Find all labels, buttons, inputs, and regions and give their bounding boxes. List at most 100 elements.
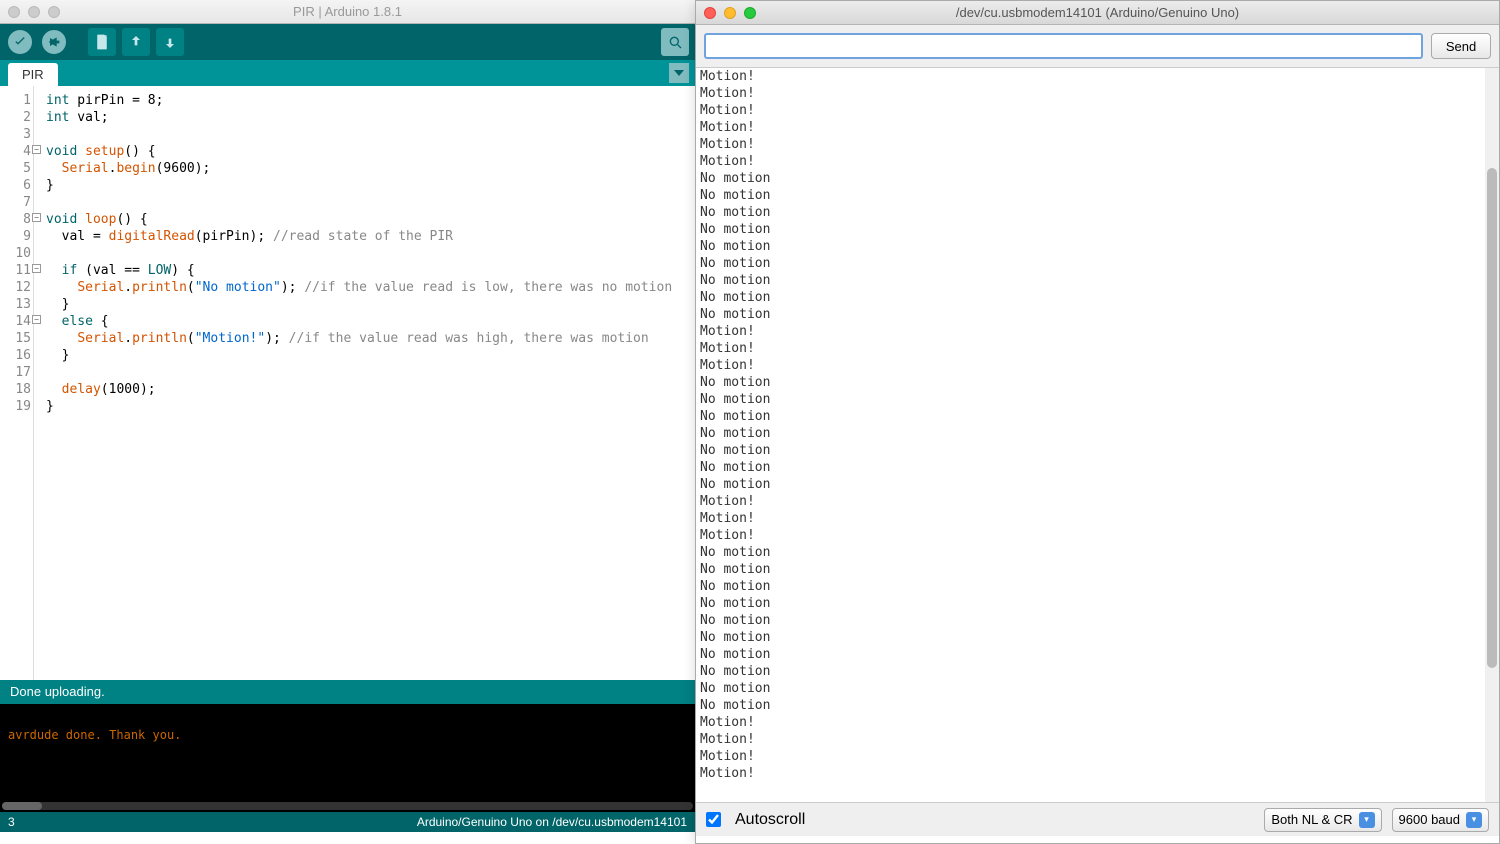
code-line: } — [46, 177, 672, 194]
serial-line: No motion — [700, 476, 1495, 493]
code-line — [46, 245, 672, 262]
baud-select[interactable]: 9600 baud ▾ — [1392, 808, 1489, 832]
serial-line: Motion! — [700, 323, 1495, 340]
serial-line: No motion — [700, 629, 1495, 646]
serial-line: No motion — [700, 306, 1495, 323]
line-ending-select[interactable]: Both NL & CR ▾ — [1264, 808, 1381, 832]
console-text: avrdude done. Thank you. — [8, 728, 181, 742]
serial-line: No motion — [700, 459, 1495, 476]
serial-line: No motion — [700, 187, 1495, 204]
save-button[interactable] — [156, 28, 184, 56]
board-port-label: Arduino/Genuino Uno on /dev/cu.usbmodem1… — [417, 815, 687, 829]
serial-line: Motion! — [700, 765, 1495, 782]
serial-line: No motion — [700, 697, 1495, 714]
console-output[interactable]: avrdude done. Thank you. — [0, 704, 695, 812]
serial-line: Motion! — [700, 136, 1495, 153]
code-line: void loop() { — [46, 211, 672, 228]
code-line: Serial.println("No motion"); //if the va… — [46, 279, 672, 296]
chevron-down-icon: ▾ — [1359, 812, 1375, 828]
line-indicator: 3 — [8, 815, 15, 829]
serial-titlebar[interactable]: /dev/cu.usbmodem14101 (Arduino/Genuino U… — [696, 1, 1499, 25]
serial-title: /dev/cu.usbmodem14101 (Arduino/Genuino U… — [956, 5, 1239, 20]
serial-scrollbar[interactable] — [1485, 68, 1499, 802]
code-line: } — [46, 398, 672, 415]
serial-line: Motion! — [700, 714, 1495, 731]
ide-toolbar — [0, 24, 695, 60]
serial-line: No motion — [700, 391, 1495, 408]
serial-line: Motion! — [700, 119, 1495, 136]
serial-line: No motion — [700, 442, 1495, 459]
arduino-ide-window: PIR | Arduino 1.8.1 PIR 1234−5678−91011−… — [0, 0, 695, 844]
fold-icon[interactable]: − — [32, 315, 41, 324]
code-line: Serial.begin(9600); — [46, 160, 672, 177]
serial-line: No motion — [700, 289, 1495, 306]
serial-line: Motion! — [700, 68, 1495, 85]
serial-line: Motion! — [700, 527, 1495, 544]
ide-bottom-bar: 3 Arduino/Genuino Uno on /dev/cu.usbmode… — [0, 812, 695, 832]
code-editor[interactable]: 1234−5678−91011−121314−1516171819 int pi… — [0, 86, 695, 680]
serial-line: Motion! — [700, 85, 1495, 102]
serial-line: No motion — [700, 408, 1495, 425]
verify-button[interactable] — [6, 28, 34, 56]
serial-line: No motion — [700, 663, 1495, 680]
serial-line: Motion! — [700, 357, 1495, 374]
serial-line: Motion! — [700, 493, 1495, 510]
code-line: if (val == LOW) { — [46, 262, 672, 279]
fold-icon[interactable]: − — [32, 264, 41, 273]
serial-line: Motion! — [700, 102, 1495, 119]
serial-line: No motion — [700, 425, 1495, 442]
serial-line: No motion — [700, 646, 1495, 663]
minimize-icon[interactable] — [724, 7, 736, 19]
code-line: else { — [46, 313, 672, 330]
serial-line: No motion — [700, 374, 1495, 391]
tab-menu-button[interactable] — [669, 63, 689, 83]
code-line: int pirPin = 8; — [46, 92, 672, 109]
serial-line: No motion — [700, 170, 1495, 187]
serial-line: Motion! — [700, 748, 1495, 765]
code-line: delay(1000); — [46, 381, 672, 398]
zoom-icon[interactable] — [744, 7, 756, 19]
autoscroll-label: Autoscroll — [735, 811, 805, 829]
serial-line: No motion — [700, 544, 1495, 561]
serial-line: No motion — [700, 561, 1495, 578]
ide-title: PIR | Arduino 1.8.1 — [293, 4, 402, 19]
serial-line: No motion — [700, 204, 1495, 221]
serial-monitor-button[interactable] — [661, 28, 689, 56]
serial-line: No motion — [700, 680, 1495, 697]
code-line: } — [46, 347, 672, 364]
send-button[interactable]: Send — [1431, 33, 1491, 59]
code-line — [46, 126, 672, 143]
minimize-icon[interactable] — [28, 6, 40, 18]
console-scrollbar[interactable] — [2, 802, 693, 810]
ide-titlebar[interactable]: PIR | Arduino 1.8.1 — [0, 0, 695, 24]
serial-line: Motion! — [700, 731, 1495, 748]
serial-monitor-window: /dev/cu.usbmodem14101 (Arduino/Genuino U… — [695, 0, 1500, 844]
close-icon[interactable] — [8, 6, 20, 18]
serial-line: No motion — [700, 595, 1495, 612]
tab-pir[interactable]: PIR — [8, 63, 58, 86]
code-line: } — [46, 296, 672, 313]
fold-icon[interactable]: − — [32, 145, 41, 154]
upload-button[interactable] — [40, 28, 68, 56]
serial-send-bar: Send — [696, 25, 1499, 68]
status-text: Done uploading. — [10, 684, 105, 699]
ide-tabbar: PIR — [0, 60, 695, 86]
code-line: void setup() { — [46, 143, 672, 160]
code-line: int val; — [46, 109, 672, 126]
autoscroll-checkbox[interactable] — [706, 812, 721, 827]
close-icon[interactable] — [704, 7, 716, 19]
serial-input[interactable] — [704, 33, 1423, 59]
serial-line: No motion — [700, 272, 1495, 289]
new-button[interactable] — [88, 28, 116, 56]
code-line — [46, 364, 672, 381]
open-button[interactable] — [122, 28, 150, 56]
code-line: val = digitalRead(pirPin); //read state … — [46, 228, 672, 245]
serial-line: No motion — [700, 578, 1495, 595]
serial-line: No motion — [700, 238, 1495, 255]
status-bar: Done uploading. — [0, 680, 695, 704]
serial-line: Motion! — [700, 510, 1495, 527]
fold-icon[interactable]: − — [32, 213, 41, 222]
zoom-icon[interactable] — [48, 6, 60, 18]
serial-output[interactable]: Motion!Motion!Motion!Motion!Motion!Motio… — [696, 68, 1499, 802]
chevron-down-icon: ▾ — [1466, 812, 1482, 828]
